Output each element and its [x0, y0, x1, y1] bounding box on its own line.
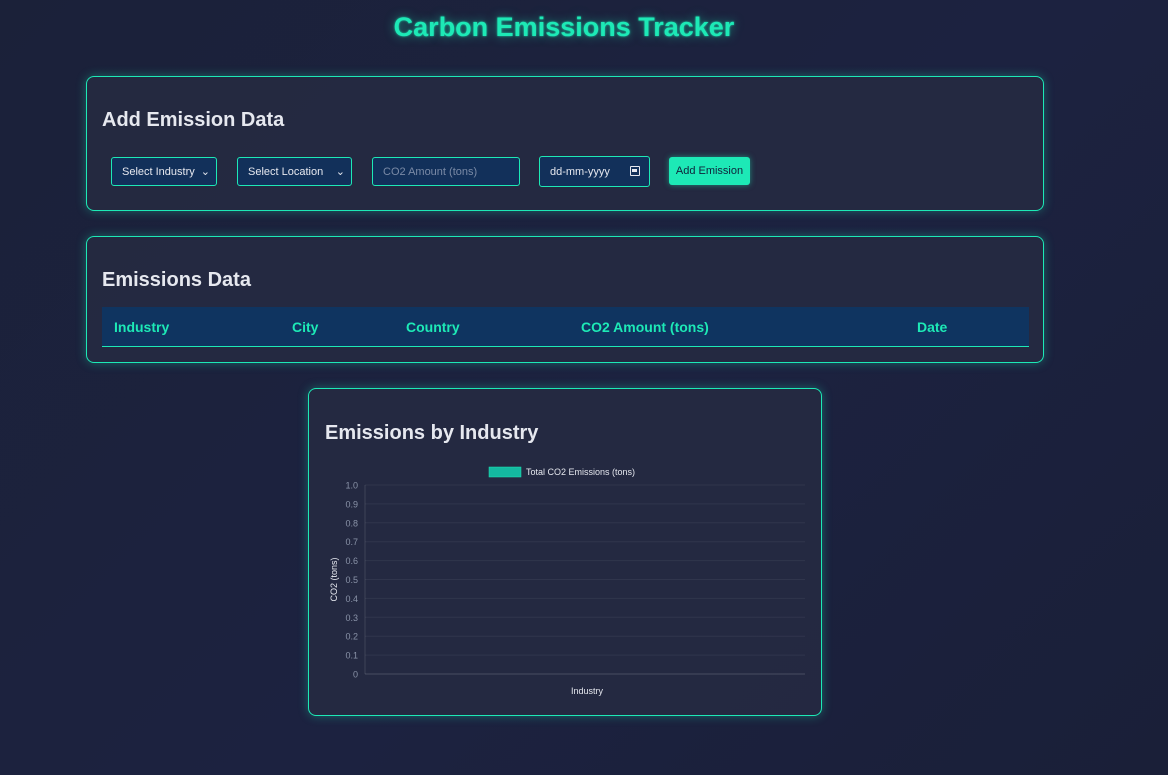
add-emission-heading: Add Emission Data: [102, 109, 285, 131]
add-emission-button[interactable]: Add Emission: [669, 157, 750, 185]
co2-amount-input[interactable]: CO2 Amount (tons): [372, 157, 520, 186]
location-select-label: Select Location: [248, 165, 324, 178]
y-tick-label: 1.0: [345, 481, 358, 491]
date-input[interactable]: dd-mm-yyyy: [539, 156, 650, 187]
column-header-country[interactable]: Country: [406, 319, 460, 335]
legend-swatch: [488, 466, 522, 478]
industry-select[interactable]: Select Industry ⌄: [111, 157, 217, 186]
y-tick-label: 0.5: [345, 575, 358, 585]
y-tick-label: 0.4: [345, 594, 358, 604]
y-tick-label: 0.2: [345, 632, 358, 642]
y-tick-label: 0.3: [345, 613, 358, 623]
table-header-row: Industry City Country CO2 Amount (tons) …: [102, 307, 1029, 347]
y-tick-label: 0.9: [345, 499, 358, 509]
legend-label: Total CO2 Emissions (tons): [526, 467, 635, 477]
industry-select-label: Select Industry: [122, 165, 195, 178]
y-tick-label: 0.7: [345, 537, 358, 547]
y-tick-label: 0: [353, 670, 358, 680]
emissions-data-panel: Emissions Data Industry City Country CO2…: [86, 236, 1044, 363]
column-header-industry[interactable]: Industry: [114, 319, 169, 335]
co2-amount-placeholder: CO2 Amount (tons): [383, 165, 478, 178]
chevron-down-icon: ⌄: [200, 166, 210, 178]
column-header-city[interactable]: City: [292, 319, 318, 335]
add-emission-panel: Add Emission Data Select Industry ⌄ Sele…: [86, 76, 1044, 211]
x-axis-label: Industry: [571, 686, 604, 696]
emissions-chart-panel: Emissions by Industry 0 0.1 0.2 0.3 0.4 0.5 0.…: [308, 388, 822, 716]
location-select[interactable]: Select Location ⌄: [237, 157, 352, 186]
chevron-down-icon: ⌄: [335, 166, 345, 178]
date-placeholder: dd-mm-yyyy: [550, 165, 610, 178]
y-tick-label: 0.8: [345, 518, 358, 528]
column-header-date[interactable]: Date: [917, 319, 947, 335]
app-title: Carbon Emissions Tracker: [393, 12, 735, 42]
emissions-bar-chart: 0 0.1 0.2 0.3 0.4 0.5 0.6 0.7 0.8 0.9 1.0 CO2 (tons…: [329, 466, 805, 696]
emissions-data-heading: Emissions Data: [102, 269, 251, 291]
column-header-co2-amount[interactable]: CO2 Amount (tons): [581, 319, 709, 335]
y-tick-label: 0.1: [345, 651, 358, 661]
calendar-icon[interactable]: [630, 166, 640, 176]
y-axis-label: CO2 (tons): [329, 557, 339, 601]
y-tick-label: 0.6: [345, 556, 358, 566]
